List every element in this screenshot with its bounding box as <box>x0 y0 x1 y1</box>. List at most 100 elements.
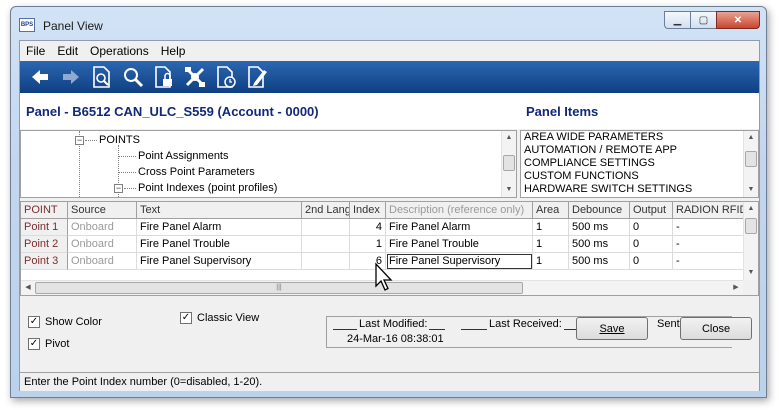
cell-radion-rfid[interactable]: - <box>673 236 745 253</box>
tree-node-point-assignments[interactable]: Point Assignments <box>138 150 229 162</box>
forward-button[interactable] <box>55 63 86 91</box>
cell-output[interactable]: 0 <box>630 253 673 270</box>
cell-description[interactable]: Fire Panel Alarm <box>386 219 533 236</box>
menu-edit[interactable]: Edit <box>51 41 84 61</box>
column-header-2nd-lang[interactable]: 2nd Lang <box>302 202 350 219</box>
list-item[interactable]: HARDWARE SWITCH SETTINGS <box>521 183 758 196</box>
checkmark-icon: ✓ <box>28 338 40 350</box>
column-header-text[interactable]: Text <box>137 202 302 219</box>
cell-radion-rfid[interactable]: - <box>673 253 745 270</box>
column-header-point[interactable]: POINT <box>21 202 68 219</box>
scroll-down-icon[interactable]: ▼ <box>502 183 516 197</box>
list-item[interactable]: CUSTOM FUNCTIONS <box>521 170 758 183</box>
classic-view-checkbox[interactable]: ✓ Classic View <box>180 312 259 324</box>
close-icon: ✕ <box>733 14 743 26</box>
close-button[interactable]: Close <box>680 317 752 340</box>
cell-output[interactable]: 0 <box>630 236 673 253</box>
column-header-radion-rfid[interactable]: RADION RFID <box>673 202 745 219</box>
save-button[interactable]: Save <box>576 317 648 340</box>
show-color-checkbox[interactable]: ✓ Show Color <box>28 316 102 328</box>
items-vertical-scrollbar[interactable]: ▲ ▼ <box>743 131 758 197</box>
network-button[interactable] <box>179 63 210 91</box>
app-icon: BPS <box>19 18 35 32</box>
cell-radion-rfid[interactable]: - <box>673 219 745 236</box>
menu-operations[interactable]: Operations <box>84 41 155 61</box>
back-button[interactable] <box>24 63 55 91</box>
collapse-point-indexes-icon[interactable]: − <box>114 184 123 193</box>
items-scroll-thumb[interactable] <box>745 151 757 167</box>
grid-hscroll-thumb[interactable]: ||| <box>35 282 523 294</box>
cell-output[interactable]: 0 <box>630 219 673 236</box>
search-button[interactable] <box>117 63 148 91</box>
cell-area[interactable]: 1 <box>533 219 569 236</box>
column-header-debounce[interactable]: Debounce <box>569 202 630 219</box>
column-header-area[interactable]: Area <box>533 202 569 219</box>
back-arrow-icon <box>31 70 48 84</box>
menu-file[interactable]: File <box>20 41 51 61</box>
cell-point[interactable]: Point 2 <box>21 236 68 253</box>
table-row: Point 2 Onboard Fire Panel Trouble 1 Fir… <box>21 236 745 253</box>
lock-document-button[interactable] <box>148 63 179 91</box>
search-icon <box>123 68 143 88</box>
pivot-checkbox[interactable]: ✓ Pivot <box>28 338 69 350</box>
status-text: Enter the Point Index number (0=disabled… <box>24 376 263 388</box>
cell-source[interactable]: Onboard <box>68 219 137 236</box>
tree-node-points[interactable]: POINTS <box>99 134 140 146</box>
cell-text[interactable]: Fire Panel Supervisory <box>137 253 302 270</box>
minimize-button[interactable]: ▁ <box>664 11 690 29</box>
close-window-button[interactable]: ✕ <box>716 11 760 29</box>
maximize-button[interactable]: ▢ <box>690 11 716 29</box>
scroll-down-icon[interactable]: ▼ <box>744 266 758 280</box>
cell-area[interactable]: 1 <box>533 236 569 253</box>
tree-node-cross-point-parameters[interactable]: Cross Point Parameters <box>138 166 255 178</box>
cell-index[interactable]: 1 <box>350 236 386 253</box>
print-preview-button[interactable] <box>86 63 117 91</box>
cell-point[interactable]: Point 1 <box>21 219 68 236</box>
scroll-up-icon[interactable]: ▲ <box>744 131 758 145</box>
client-area: File Edit Operations Help Panel - B6512 … <box>19 40 760 391</box>
list-item[interactable]: AUTOMATION / REMOTE APP <box>521 144 758 157</box>
list-item[interactable]: COMPLIANCE SETTINGS <box>521 157 758 170</box>
cell-debounce[interactable]: 500 ms <box>569 219 630 236</box>
edit-document-button[interactable] <box>241 63 272 91</box>
grid-vertical-scrollbar[interactable]: ▲ ▼ <box>743 202 758 280</box>
cell-debounce[interactable]: 500 ms <box>569 253 630 270</box>
scroll-up-icon[interactable]: ▲ <box>502 131 516 145</box>
title-bar[interactable]: BPS Panel View ▁ ▢ ✕ <box>11 7 766 39</box>
tree-scroll-thumb[interactable] <box>503 155 515 171</box>
mouse-cursor-icon <box>375 262 393 291</box>
cell-text[interactable]: Fire Panel Alarm <box>137 219 302 236</box>
tree-vertical-scrollbar[interactable]: ▲ ▼ <box>501 131 516 197</box>
toolbar <box>20 61 759 93</box>
cell-debounce[interactable]: 500 ms <box>569 236 630 253</box>
list-item[interactable]: AREA WIDE PARAMETERS <box>521 131 758 144</box>
cell-index[interactable]: 4 <box>350 219 386 236</box>
pivot-label: Pivot <box>45 338 70 350</box>
document-clock-button[interactable] <box>210 63 241 91</box>
cell-source[interactable]: Onboard <box>68 253 137 270</box>
cell-area[interactable]: 1 <box>533 253 569 270</box>
cell-2nd-lang[interactable] <box>302 236 350 253</box>
collapse-points-icon[interactable]: − <box>75 136 84 145</box>
cell-2nd-lang[interactable] <box>302 219 350 236</box>
scroll-right-icon[interactable]: ▶ <box>729 281 743 295</box>
cell-2nd-lang[interactable] <box>302 253 350 270</box>
column-header-output[interactable]: Output <box>630 202 673 219</box>
tree-guide-line <box>118 156 136 157</box>
column-header-description[interactable]: Description (reference only) <box>386 202 533 219</box>
tree-node-point-indexes[interactable]: Point Indexes (point profiles) <box>138 182 277 194</box>
cell-point[interactable]: Point 3 <box>21 253 68 270</box>
cell-text[interactable]: Fire Panel Trouble <box>137 236 302 253</box>
cell-description-selected[interactable]: Fire Panel Supervisory <box>386 253 533 270</box>
column-header-index[interactable]: Index <box>350 202 386 219</box>
window-title: Panel View <box>43 19 103 33</box>
tree-guide-line <box>124 188 136 189</box>
scroll-up-icon[interactable]: ▲ <box>744 202 758 216</box>
cell-description[interactable]: Fire Panel Trouble <box>386 236 533 253</box>
scroll-left-icon[interactable]: ◀ <box>21 281 35 295</box>
cell-source[interactable]: Onboard <box>68 236 137 253</box>
menu-help[interactable]: Help <box>155 41 192 61</box>
grid-vscroll-thumb[interactable] <box>745 218 757 234</box>
scroll-down-icon[interactable]: ▼ <box>744 183 758 197</box>
column-header-source[interactable]: Source <box>68 202 137 219</box>
